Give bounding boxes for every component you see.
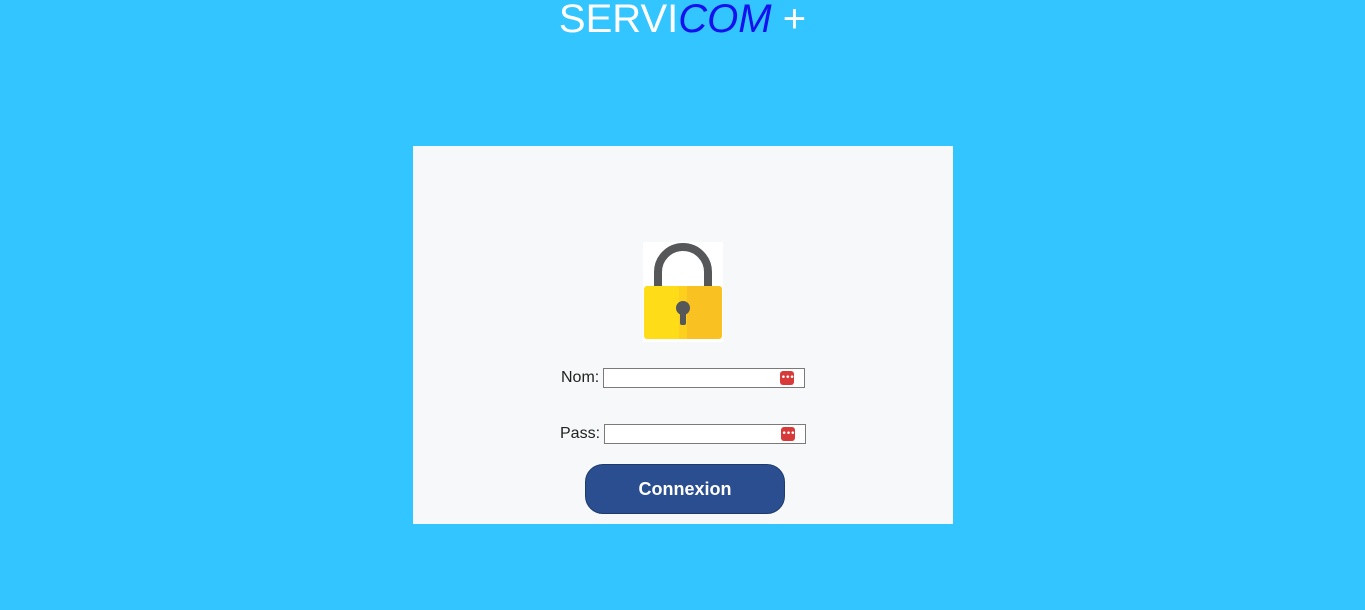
password-input[interactable] <box>605 425 784 443</box>
password-field-wrapper: ••• <box>604 424 807 444</box>
username-label: Nom: <box>561 369 600 386</box>
password-manager-icon[interactable]: ••• <box>780 371 795 385</box>
site-title-plus: + <box>771 0 807 41</box>
site-title-com: COM <box>678 0 772 41</box>
username-row: Nom: ••• <box>561 368 806 388</box>
username-field-wrapper: ••• <box>603 368 806 388</box>
login-button[interactable]: Connexion <box>585 464 785 514</box>
site-title: SERVICOM + <box>0 0 1365 42</box>
password-row: Pass: ••• <box>560 424 807 444</box>
password-manager-icon[interactable]: ••• <box>781 427 795 441</box>
password-label: Pass: <box>560 425 601 442</box>
padlock-icon <box>643 242 723 342</box>
site-title-servi: SERVI <box>558 0 679 41</box>
username-input[interactable] <box>604 369 783 387</box>
